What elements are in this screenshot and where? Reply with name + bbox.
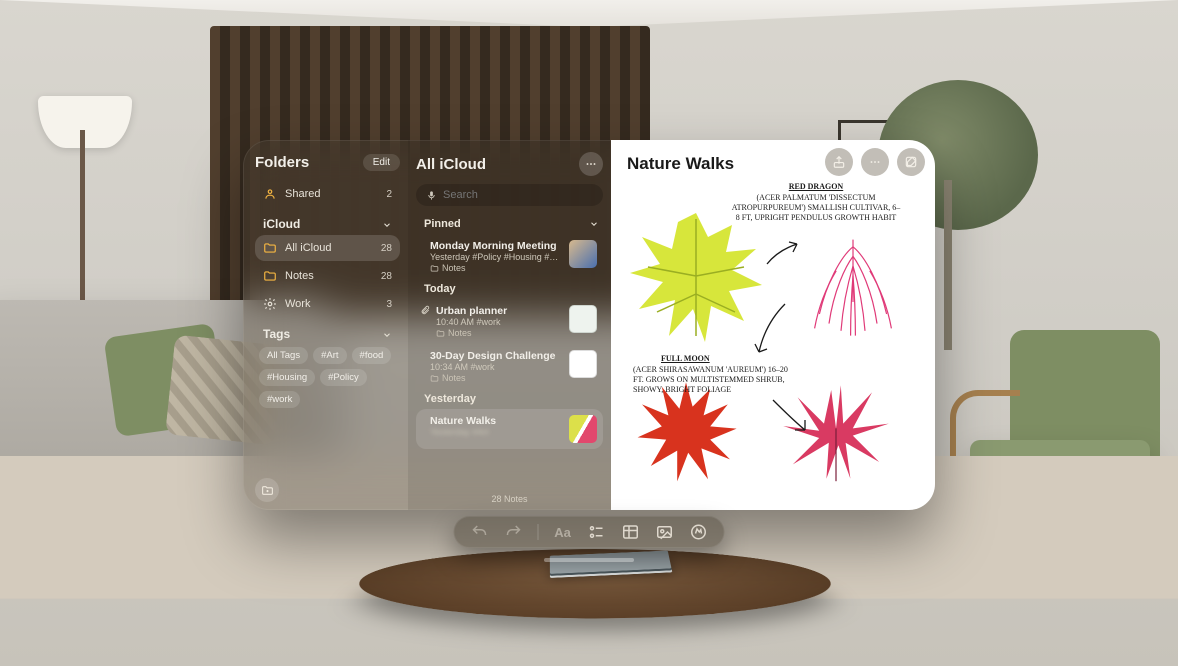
edit-button[interactable]: Edit: [363, 154, 400, 171]
note-item[interactable]: 30-Day Design Challenge 10:34 AM #work N…: [416, 344, 603, 389]
note-title: 30-Day Design Challenge: [430, 350, 561, 362]
sidebar-item-work[interactable]: Work 3: [255, 291, 400, 317]
checklist-button[interactable]: [587, 522, 607, 542]
note-subtitle: Yesterday #Art: [430, 427, 561, 437]
sidebar-item-count: 28: [381, 271, 392, 282]
note-thumbnail: [569, 305, 597, 333]
group-label: Today: [424, 283, 456, 295]
sidebar-item-notes[interactable]: Notes 28: [255, 263, 400, 289]
sidebar-item-label: Work: [285, 298, 310, 310]
notes-count: 28 Notes: [408, 494, 611, 504]
leaf-drawing: [793, 230, 913, 350]
more-button[interactable]: [861, 148, 889, 176]
note-subtitle: Yesterday #Policy #Housing #…: [430, 252, 561, 262]
search-input[interactable]: [443, 189, 593, 201]
share-button[interactable]: [825, 148, 853, 176]
sidebar-item-count: 2: [386, 189, 392, 200]
text-style-button[interactable]: Aa: [553, 522, 573, 542]
home-indicator[interactable]: [544, 558, 634, 562]
new-folder-icon: [261, 484, 274, 497]
tag-chip[interactable]: All Tags: [259, 347, 308, 364]
markup-button[interactable]: [689, 522, 709, 542]
folder-icon: [436, 329, 445, 338]
detail-actions: [825, 148, 925, 176]
new-folder-button[interactable]: [255, 478, 279, 502]
sidebar-item-count: 28: [381, 243, 392, 254]
attachment-icon: [420, 305, 430, 315]
leaf-drawing: [621, 204, 771, 354]
sidebar-item-label: Shared: [285, 188, 320, 200]
note-item[interactable]: Monday Morning Meeting Yesterday #Policy…: [416, 234, 603, 279]
note-detail: Nature Walks: [611, 140, 935, 510]
sidebar-item-count: 3: [386, 299, 392, 310]
note-folder: Notes: [430, 373, 561, 383]
chevron-down-icon: [382, 219, 392, 229]
note-folder: Notes: [430, 263, 561, 273]
tag-chip[interactable]: #Policy: [320, 369, 367, 386]
compose-button[interactable]: [897, 148, 925, 176]
list-title: All iCloud: [416, 156, 486, 173]
sidebar-title: Folders: [255, 154, 309, 171]
sidebar-item-shared[interactable]: Shared 2: [255, 181, 400, 207]
leaf-label: FULL MOON (ACER SHIRASAWANUM 'AUREUM') 1…: [633, 354, 793, 395]
group-today[interactable]: Today: [424, 283, 599, 295]
arrow-drawing: [765, 240, 799, 270]
section-label: iCloud: [263, 217, 300, 231]
sidebar-section-icloud[interactable]: iCloud: [263, 217, 392, 231]
sidebar-item-label: Notes: [285, 270, 314, 282]
leaf-label: RED DRAGON (ACER PALMATUM 'DISSECTUM ATR…: [731, 182, 901, 223]
notes-list: All iCloud Pinned Monday Morning Meeting…: [408, 140, 611, 510]
tag-chip[interactable]: #Housing: [259, 369, 315, 386]
search-field[interactable]: [416, 184, 603, 206]
folder-icon: [430, 264, 439, 273]
folder-icon: [263, 269, 277, 283]
sidebar-item-all-icloud[interactable]: All iCloud 28: [255, 235, 400, 261]
list-more-button[interactable]: [579, 152, 603, 176]
notes-app-window: Folders Edit Shared 2 iCloud All iCloud …: [243, 140, 935, 510]
folder-icon: [430, 374, 439, 383]
table-button[interactable]: [621, 522, 641, 542]
group-pinned[interactable]: Pinned: [424, 218, 599, 230]
media-button[interactable]: [655, 522, 675, 542]
tag-chip[interactable]: #Art: [313, 347, 346, 364]
tags-container: All Tags #Art #food #Housing #Policy #wo…: [255, 345, 400, 410]
chevron-down-icon: [382, 329, 392, 339]
note-thumbnail: [569, 415, 597, 443]
note-title: Urban planner: [436, 305, 561, 317]
sidebar-section-tags[interactable]: Tags: [263, 327, 392, 341]
note-thumbnail: [569, 350, 597, 378]
arrow-drawing: [751, 300, 791, 360]
shared-icon: [263, 187, 277, 201]
arrow-drawing: [769, 396, 809, 436]
note-thumbnail: [569, 240, 597, 268]
note-subtitle: 10:34 AM #work: [430, 362, 561, 372]
group-label: Yesterday: [424, 393, 476, 405]
folder-icon: [263, 241, 277, 255]
group-yesterday[interactable]: Yesterday: [424, 393, 599, 405]
gear-icon: [263, 297, 277, 311]
sidebar: Folders Edit Shared 2 iCloud All iCloud …: [243, 140, 408, 510]
note-title: Nature Walks: [430, 415, 561, 427]
note-item[interactable]: Urban planner 10:40 AM #work Notes: [416, 299, 603, 344]
chevron-down-icon: [589, 219, 599, 229]
tag-chip[interactable]: #work: [259, 391, 300, 408]
section-label: Tags: [263, 327, 290, 341]
sidebar-item-label: All iCloud: [285, 242, 331, 254]
undo-button[interactable]: [470, 522, 490, 542]
mic-icon: [426, 190, 437, 201]
note-folder: Notes: [436, 328, 561, 338]
note-title: Monday Morning Meeting: [430, 240, 561, 252]
tag-chip[interactable]: #food: [352, 347, 392, 364]
group-label: Pinned: [424, 218, 461, 230]
redo-button[interactable]: [504, 522, 524, 542]
note-canvas[interactable]: RED DRAGON (ACER PALMATUM 'DISSECTUM ATR…: [627, 178, 919, 478]
ellipsis-icon: [584, 157, 598, 171]
formatting-toolbar: Aa: [454, 516, 725, 548]
note-subtitle: 10:40 AM #work: [436, 317, 561, 327]
note-item-selected[interactable]: Nature Walks Yesterday #Art: [416, 409, 603, 449]
separator: [538, 524, 539, 540]
